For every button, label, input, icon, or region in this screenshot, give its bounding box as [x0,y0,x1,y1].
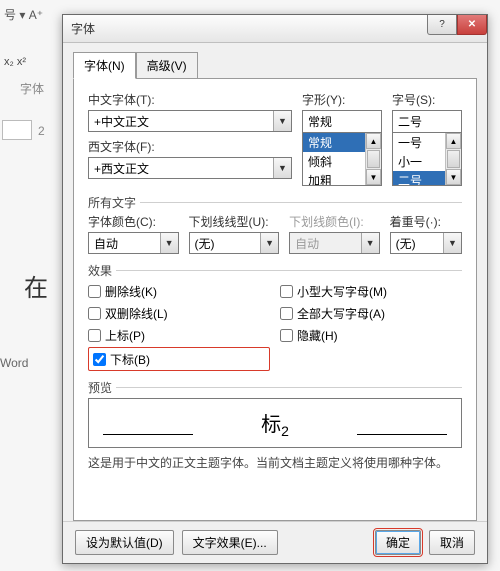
combo-en-font-value: +西文正文 [89,160,273,177]
chevron-down-icon: ▼ [273,158,291,178]
scroll-up-icon[interactable]: ▲ [446,133,461,149]
combo-font-color[interactable]: 自动 ▼ [88,232,179,254]
checkbox-strike-label: 删除线(K) [105,283,157,300]
highlight-subscript: 下标(B) [88,347,270,371]
checkbox-hidden-label: 隐藏(H) [297,327,338,344]
ribbon-subscript-superscript: x₂ x² [4,56,26,68]
app-ribbon-hint: 号 ▾ A⁺ [4,6,43,23]
checkbox-double-strike[interactable]: 双删除线(L) [88,303,270,323]
scrollbar[interactable]: ▲ ▼ [365,133,381,185]
checkbox-double-strike-label: 双删除线(L) [105,305,168,322]
label-cn-font: 中文字体(T): [88,91,292,108]
legend-effects: 效果 [88,262,116,279]
label-en-font: 西文字体(F): [88,138,292,155]
listbox-size[interactable]: 一号 小一 二号 ▲ ▼ [392,132,462,186]
document-text-sample: 在 [24,268,48,303]
checkbox-strike[interactable]: 删除线(K) [88,281,270,301]
checkbox-allcaps[interactable]: 全部大写字母(A) [280,303,462,323]
text-effects-button[interactable]: 文字效果(E)... [182,530,278,555]
page-thumbnail-number: 2 [38,124,45,138]
chevron-down-icon: ▼ [160,233,178,253]
cancel-button[interactable]: 取消 [429,530,475,555]
scroll-down-icon[interactable]: ▼ [366,169,381,185]
checkbox-hidden-box[interactable] [280,329,293,342]
set-default-button[interactable]: 设为默认值(D) [75,530,174,555]
combo-cn-font[interactable]: +中文正文 ▼ [88,110,292,132]
combo-underline-color: 自动 ▼ [289,232,380,254]
chevron-down-icon: ▼ [443,233,461,253]
checkbox-hidden[interactable]: 隐藏(H) [280,325,462,345]
combo-underline-style[interactable]: (无) ▼ [189,232,280,254]
tab-font[interactable]: 字体(N) [73,52,136,79]
checkbox-subscript-box[interactable] [93,353,106,366]
label-font-color: 字体颜色(C): [88,213,179,230]
listbox-style[interactable]: 常规 倾斜 加粗 ▲ ▼ [302,132,382,186]
ribbon-font-group-label: 字体 [20,80,44,97]
checkbox-double-strike-box[interactable] [88,307,101,320]
help-icon: ? [439,19,445,30]
checkbox-subscript[interactable]: 下标(B) [93,349,150,369]
preview-text-sub: 2 [281,423,289,439]
checkbox-superscript-label: 上标(P) [105,327,145,344]
preview-description: 这是用于中文的正文主题字体。当前文档主题定义将使用哪种字体。 [88,454,462,471]
label-style: 字形(Y): [302,91,382,108]
tabstrip: 字体(N) 高级(V) [63,43,487,78]
preview-underline-right [357,434,447,435]
font-dialog: 字体 ? ✕ 字体(N) 高级(V) 中文字体(T): +中文正文 ▼ 西文字体… [62,14,488,564]
tab-panel-font: 中文字体(T): +中文正文 ▼ 西文字体(F): +西文正文 ▼ 字形(Y):… [73,78,477,521]
label-size: 字号(S): [392,91,462,108]
combo-emphasis-value: (无) [391,235,443,252]
preview-text-main: 标 [261,414,281,436]
input-style-value: 常规 [303,113,381,130]
input-size[interactable]: 二号 [392,110,462,132]
document-text-word: Word [0,356,28,370]
checkbox-smallcaps[interactable]: 小型大写字母(M) [280,281,462,301]
checkbox-smallcaps-box[interactable] [280,285,293,298]
combo-underline-color-value: 自动 [290,235,361,252]
combo-underline-style-value: (无) [190,235,261,252]
titlebar[interactable]: 字体 ? ✕ [63,15,487,43]
scroll-down-icon[interactable]: ▼ [446,169,461,185]
ok-button[interactable]: 确定 [375,530,421,555]
chevron-down-icon: ▼ [260,233,278,253]
chevron-down-icon: ▼ [273,111,291,131]
checkbox-subscript-label: 下标(B) [110,351,150,368]
dialog-title: 字体 [71,20,95,37]
label-underline-color: 下划线颜色(I): [289,213,380,230]
combo-emphasis[interactable]: (无) ▼ [390,232,462,254]
preview-box: 标2 [88,398,462,448]
checkbox-superscript[interactable]: 上标(P) [88,325,270,345]
close-button[interactable]: ✕ [457,15,487,35]
dialog-footer: 设为默认值(D) 文字效果(E)... 确定 取消 [63,521,487,563]
checkbox-smallcaps-label: 小型大写字母(M) [297,283,387,300]
legend-all-text: 所有文字 [88,194,140,211]
input-size-value: 二号 [393,113,461,130]
input-style[interactable]: 常规 [302,110,382,132]
preview-underline-left [103,434,193,435]
checkbox-strike-box[interactable] [88,285,101,298]
checkbox-allcaps-label: 全部大写字母(A) [297,305,385,322]
scroll-thumb[interactable] [367,150,380,168]
chevron-down-icon: ▼ [361,233,379,253]
preview-text: 标2 [261,408,289,439]
combo-font-color-value: 自动 [89,235,160,252]
combo-en-font[interactable]: +西文正文 ▼ [88,157,292,179]
combo-cn-font-value: +中文正文 [89,113,273,130]
page-thumbnail[interactable] [2,120,32,140]
label-emphasis: 着重号(·): [390,213,462,230]
checkbox-allcaps-box[interactable] [280,307,293,320]
close-icon: ✕ [468,19,476,30]
scroll-up-icon[interactable]: ▲ [366,133,381,149]
tab-advanced[interactable]: 高级(V) [136,52,198,79]
legend-preview: 预览 [88,379,116,396]
checkbox-superscript-box[interactable] [88,329,101,342]
scroll-thumb[interactable] [447,150,460,168]
label-underline-style: 下划线线型(U): [189,213,280,230]
scrollbar[interactable]: ▲ ▼ [445,133,461,185]
help-button[interactable]: ? [427,15,457,35]
